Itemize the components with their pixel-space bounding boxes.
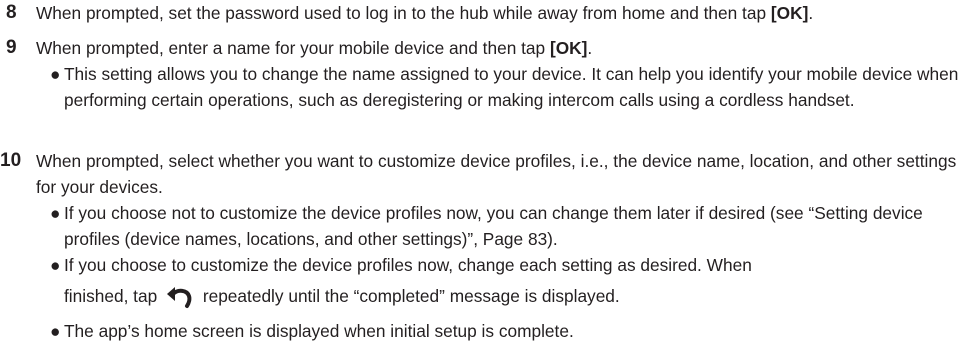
bullet-marker: ● bbox=[50, 255, 61, 275]
bullet-text: This setting allows you to change the na… bbox=[64, 64, 959, 110]
bullet-marker: ● bbox=[50, 321, 61, 341]
step-9: 9 When prompted, enter a name for your m… bbox=[0, 35, 980, 113]
ok-emphasis: [OK] bbox=[549, 38, 588, 58]
bullet-item: ● This setting allows you to change the … bbox=[50, 61, 972, 113]
step-8: 8 When prompted, set the password used t… bbox=[0, 0, 980, 26]
step-text-part: . bbox=[808, 3, 814, 23]
step-text: When prompted, set the password used to … bbox=[36, 0, 974, 26]
bullet-text: repeatedly until the “completed” message… bbox=[202, 286, 620, 306]
step-number: 8 bbox=[6, 2, 17, 23]
bullet-continuation: finished, tap repeatedly until the “comp… bbox=[50, 278, 972, 314]
step-text-part: . bbox=[587, 38, 593, 58]
step-text-part: When prompted, enter a name for your mob… bbox=[36, 38, 550, 58]
step-number: 10 bbox=[0, 150, 22, 171]
bullet-marker: ● bbox=[50, 64, 61, 84]
step-text: When prompted, select whether you want t… bbox=[36, 151, 957, 197]
bullet-text: finished, tap bbox=[64, 286, 158, 306]
step-text: When prompted, enter a name for your mob… bbox=[36, 35, 974, 61]
bullet-text: If you choose to customize the device pr… bbox=[64, 255, 752, 275]
bullet-item: ● If you choose not to customize the dev… bbox=[50, 200, 972, 252]
manual-page: 8 When prompted, set the password used t… bbox=[0, 0, 980, 345]
bullet-text: If you choose not to customize the devic… bbox=[64, 203, 923, 249]
bullet-text: The app’s home screen is displayed when … bbox=[64, 321, 574, 341]
back-arrow-icon bbox=[165, 284, 195, 310]
ok-emphasis: [OK] bbox=[770, 3, 809, 23]
step-text-part: When prompted, set the password used to … bbox=[36, 3, 771, 23]
bullet-item: ● If you choose to customize the device … bbox=[50, 252, 972, 278]
bullet-item: ● The app’s home screen is displayed whe… bbox=[50, 318, 972, 344]
step-number: 9 bbox=[6, 37, 17, 58]
step-10: 10 When prompted, select whether you wan… bbox=[0, 148, 980, 344]
bullet-marker: ● bbox=[50, 203, 61, 223]
